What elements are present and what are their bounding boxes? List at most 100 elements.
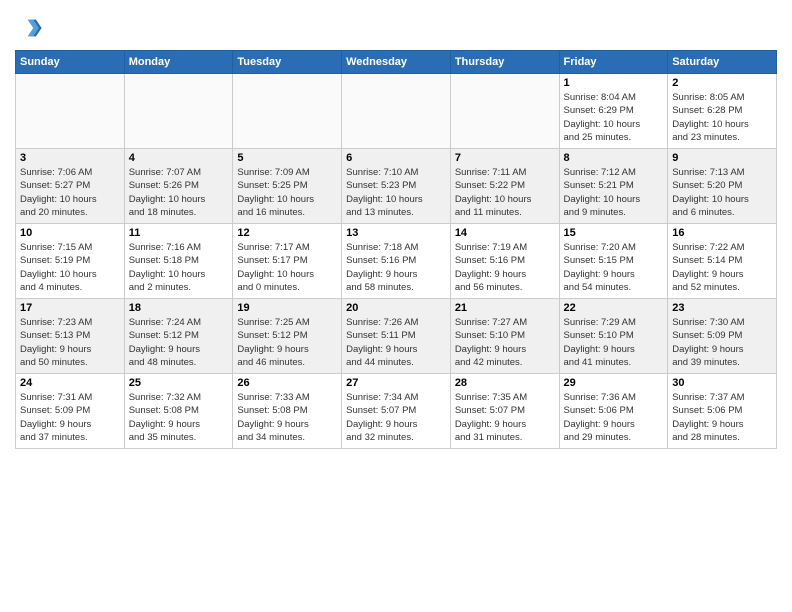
day-info: Sunrise: 7:37 AM Sunset: 5:06 PM Dayligh… <box>672 391 772 444</box>
day-info: Sunrise: 7:32 AM Sunset: 5:08 PM Dayligh… <box>129 391 229 444</box>
day-info: Sunrise: 7:31 AM Sunset: 5:09 PM Dayligh… <box>20 391 120 444</box>
day-info: Sunrise: 7:25 AM Sunset: 5:12 PM Dayligh… <box>237 316 337 369</box>
day-number: 4 <box>129 152 229 164</box>
day-info: Sunrise: 7:17 AM Sunset: 5:17 PM Dayligh… <box>237 241 337 294</box>
day-number: 29 <box>564 377 664 389</box>
day-info: Sunrise: 7:36 AM Sunset: 5:06 PM Dayligh… <box>564 391 664 444</box>
logo <box>15 14 47 42</box>
day-info: Sunrise: 7:07 AM Sunset: 5:26 PM Dayligh… <box>129 166 229 219</box>
day-info: Sunrise: 7:27 AM Sunset: 5:10 PM Dayligh… <box>455 316 555 369</box>
day-number: 1 <box>564 77 664 89</box>
day-number: 19 <box>237 302 337 314</box>
calendar-day-cell: 20 Sunrise: 7:26 AM Sunset: 5:11 PM Dayli… <box>342 299 451 374</box>
calendar-day-cell: 19 Sunrise: 7:25 AM Sunset: 5:12 PM Dayli… <box>233 299 342 374</box>
day-number: 10 <box>20 227 120 239</box>
day-number: 2 <box>672 77 772 89</box>
calendar-day-cell: 28 Sunrise: 7:35 AM Sunset: 5:07 PM Dayli… <box>450 374 559 449</box>
day-info: Sunrise: 7:11 AM Sunset: 5:22 PM Dayligh… <box>455 166 555 219</box>
weekday-header: Sunday <box>16 51 125 74</box>
day-number: 30 <box>672 377 772 389</box>
day-info: Sunrise: 7:35 AM Sunset: 5:07 PM Dayligh… <box>455 391 555 444</box>
day-info: Sunrise: 7:30 AM Sunset: 5:09 PM Dayligh… <box>672 316 772 369</box>
calendar-day-cell: 25 Sunrise: 7:32 AM Sunset: 5:08 PM Dayli… <box>124 374 233 449</box>
day-info: Sunrise: 7:26 AM Sunset: 5:11 PM Dayligh… <box>346 316 446 369</box>
day-info: Sunrise: 7:23 AM Sunset: 5:13 PM Dayligh… <box>20 316 120 369</box>
calendar-day-cell: 13 Sunrise: 7:18 AM Sunset: 5:16 PM Dayli… <box>342 224 451 299</box>
day-number: 18 <box>129 302 229 314</box>
day-info: Sunrise: 8:05 AM Sunset: 6:28 PM Dayligh… <box>672 91 772 144</box>
weekday-header: Tuesday <box>233 51 342 74</box>
day-number: 16 <box>672 227 772 239</box>
day-number: 23 <box>672 302 772 314</box>
weekday-header: Friday <box>559 51 668 74</box>
calendar-day-cell: 12 Sunrise: 7:17 AM Sunset: 5:17 PM Dayli… <box>233 224 342 299</box>
calendar-empty-cell <box>124 74 233 149</box>
calendar-empty-cell <box>450 74 559 149</box>
day-info: Sunrise: 7:18 AM Sunset: 5:16 PM Dayligh… <box>346 241 446 294</box>
calendar-day-cell: 23 Sunrise: 7:30 AM Sunset: 5:09 PM Dayli… <box>668 299 777 374</box>
day-number: 24 <box>20 377 120 389</box>
day-info: Sunrise: 7:20 AM Sunset: 5:15 PM Dayligh… <box>564 241 664 294</box>
day-info: Sunrise: 7:24 AM Sunset: 5:12 PM Dayligh… <box>129 316 229 369</box>
calendar-empty-cell <box>233 74 342 149</box>
calendar-day-cell: 22Sunrise: 7:29 AM Sunset: 5:10 PM Dayli… <box>559 299 668 374</box>
day-number: 15 <box>564 227 664 239</box>
calendar-week-row: 17 Sunrise: 7:23 AM Sunset: 5:13 PM Dayli… <box>16 299 777 374</box>
calendar-day-cell: 8Sunrise: 7:12 AM Sunset: 5:21 PM Daylig… <box>559 149 668 224</box>
day-number: 25 <box>129 377 229 389</box>
day-info: Sunrise: 7:10 AM Sunset: 5:23 PM Dayligh… <box>346 166 446 219</box>
calendar-day-cell: 9Sunrise: 7:13 AM Sunset: 5:20 PM Daylig… <box>668 149 777 224</box>
day-number: 27 <box>346 377 446 389</box>
calendar-day-cell: 26Sunrise: 7:33 AM Sunset: 5:08 PM Dayli… <box>233 374 342 449</box>
day-number: 14 <box>455 227 555 239</box>
day-info: Sunrise: 7:15 AM Sunset: 5:19 PM Dayligh… <box>20 241 120 294</box>
calendar-day-cell: 3 Sunrise: 7:06 AM Sunset: 5:27 PM Daylig… <box>16 149 125 224</box>
calendar-day-cell: 21 Sunrise: 7:27 AM Sunset: 5:10 PM Dayli… <box>450 299 559 374</box>
day-info: Sunrise: 7:16 AM Sunset: 5:18 PM Dayligh… <box>129 241 229 294</box>
day-number: 13 <box>346 227 446 239</box>
header <box>15 10 777 42</box>
calendar-day-cell: 24 Sunrise: 7:31 AM Sunset: 5:09 PM Dayli… <box>16 374 125 449</box>
calendar-day-cell: 18 Sunrise: 7:24 AM Sunset: 5:12 PM Dayli… <box>124 299 233 374</box>
calendar-day-cell: 30 Sunrise: 7:37 AM Sunset: 5:06 PM Dayli… <box>668 374 777 449</box>
calendar-empty-cell <box>342 74 451 149</box>
weekday-header: Thursday <box>450 51 559 74</box>
day-info: Sunrise: 7:09 AM Sunset: 5:25 PM Dayligh… <box>237 166 337 219</box>
logo-icon <box>15 14 43 42</box>
calendar-week-row: 3 Sunrise: 7:06 AM Sunset: 5:27 PM Daylig… <box>16 149 777 224</box>
day-number: 17 <box>20 302 120 314</box>
day-info: Sunrise: 7:19 AM Sunset: 5:16 PM Dayligh… <box>455 241 555 294</box>
calendar-day-cell: 1Sunrise: 8:04 AM Sunset: 6:29 PM Daylig… <box>559 74 668 149</box>
day-number: 7 <box>455 152 555 164</box>
day-number: 3 <box>20 152 120 164</box>
calendar-week-row: 10 Sunrise: 7:15 AM Sunset: 5:19 PM Dayli… <box>16 224 777 299</box>
calendar-empty-cell <box>16 74 125 149</box>
calendar-day-cell: 16Sunrise: 7:22 AM Sunset: 5:14 PM Dayli… <box>668 224 777 299</box>
day-info: Sunrise: 7:33 AM Sunset: 5:08 PM Dayligh… <box>237 391 337 444</box>
day-number: 11 <box>129 227 229 239</box>
calendar-week-row: 1Sunrise: 8:04 AM Sunset: 6:29 PM Daylig… <box>16 74 777 149</box>
day-number: 20 <box>346 302 446 314</box>
day-number: 28 <box>455 377 555 389</box>
day-info: Sunrise: 7:06 AM Sunset: 5:27 PM Dayligh… <box>20 166 120 219</box>
day-number: 9 <box>672 152 772 164</box>
day-number: 12 <box>237 227 337 239</box>
calendar-day-cell: 27 Sunrise: 7:34 AM Sunset: 5:07 PM Dayli… <box>342 374 451 449</box>
calendar-day-cell: 14 Sunrise: 7:19 AM Sunset: 5:16 PM Dayli… <box>450 224 559 299</box>
weekday-header: Wednesday <box>342 51 451 74</box>
calendar-day-cell: 5 Sunrise: 7:09 AM Sunset: 5:25 PM Daylig… <box>233 149 342 224</box>
calendar-day-cell: 6Sunrise: 7:10 AM Sunset: 5:23 PM Daylig… <box>342 149 451 224</box>
day-number: 21 <box>455 302 555 314</box>
calendar-day-cell: 7 Sunrise: 7:11 AM Sunset: 5:22 PM Daylig… <box>450 149 559 224</box>
day-number: 8 <box>564 152 664 164</box>
calendar-day-cell: 4 Sunrise: 7:07 AM Sunset: 5:26 PM Daylig… <box>124 149 233 224</box>
calendar-day-cell: 29 Sunrise: 7:36 AM Sunset: 5:06 PM Dayli… <box>559 374 668 449</box>
weekday-header: Saturday <box>668 51 777 74</box>
calendar-day-cell: 11 Sunrise: 7:16 AM Sunset: 5:18 PM Dayli… <box>124 224 233 299</box>
calendar-header-row: SundayMondayTuesdayWednesdayThursdayFrid… <box>16 51 777 74</box>
day-number: 22 <box>564 302 664 314</box>
day-info: Sunrise: 7:34 AM Sunset: 5:07 PM Dayligh… <box>346 391 446 444</box>
page: SundayMondayTuesdayWednesdayThursdayFrid… <box>0 0 792 459</box>
weekday-header: Monday <box>124 51 233 74</box>
day-number: 5 <box>237 152 337 164</box>
